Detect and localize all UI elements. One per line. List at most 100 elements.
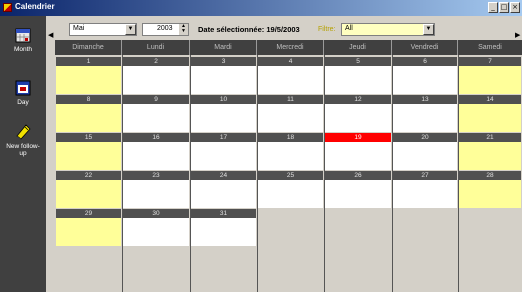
day-cell-31[interactable]: 31	[191, 209, 256, 246]
day-cell-6[interactable]: 6	[393, 57, 457, 94]
day-cell-4[interactable]: 4	[258, 57, 323, 94]
day-cell-body[interactable]	[123, 142, 189, 170]
day-cell-body[interactable]	[258, 66, 323, 94]
day-cell-body[interactable]	[191, 218, 256, 246]
month-calendar-grid: Dimanche Lundi Mardi Mercredi Jeudi Vend…	[55, 40, 522, 292]
day-number: 9	[123, 95, 189, 104]
day-cell-body[interactable]	[393, 142, 457, 170]
day-cell-14[interactable]: 14	[459, 95, 521, 132]
day-cell-9[interactable]: 9	[123, 95, 189, 132]
day-cell-body[interactable]	[258, 180, 323, 208]
day-cell-body[interactable]	[56, 218, 121, 246]
day-cell-28[interactable]: 28	[459, 171, 521, 208]
day-cell-8[interactable]: 8	[56, 95, 121, 132]
day-number: 29	[56, 209, 121, 218]
year-stepper-arrows[interactable]: ▲ ▼	[179, 24, 188, 35]
day-cell-15[interactable]: 15	[56, 133, 121, 170]
month-select-value: Mai	[73, 25, 85, 32]
toolbar: ◀ Mai ▼ 2003 ▲ ▼ Date sélectionnée: 19/5/…	[46, 16, 522, 40]
sidebar-item-new-followup[interactable]: New follow-up	[3, 123, 43, 157]
filter-select-value: All	[345, 25, 353, 32]
day-number: 6	[393, 57, 457, 66]
day-cell-body[interactable]	[123, 180, 189, 208]
day-cell-17[interactable]: 17	[191, 133, 256, 170]
day-number: 13	[393, 95, 457, 104]
day-cell-29[interactable]: 29	[56, 209, 121, 246]
day-cell-body[interactable]	[56, 142, 121, 170]
previous-month-icon[interactable]: ◀	[48, 31, 53, 39]
day-cell-body[interactable]	[191, 180, 256, 208]
day-cell-13[interactable]: 13	[393, 95, 457, 132]
day-cell-19[interactable]: 19	[325, 133, 391, 170]
day-cell-20[interactable]: 20	[393, 133, 457, 170]
day-number: 4	[258, 57, 323, 66]
day-cell-26[interactable]: 26	[325, 171, 391, 208]
day-cell-body[interactable]	[393, 66, 457, 94]
day-cell-body[interactable]	[258, 142, 323, 170]
year-stepper-value: 2003	[157, 25, 173, 32]
sidebar-item-month[interactable]: Month	[3, 26, 43, 53]
minimize-button[interactable]: _	[488, 2, 498, 13]
day-cell-25[interactable]: 25	[258, 171, 323, 208]
day-cell-body[interactable]	[459, 142, 521, 170]
next-month-icon[interactable]: ▶	[515, 31, 520, 39]
day-cell-body[interactable]	[191, 66, 256, 94]
day-cell-body[interactable]	[123, 218, 189, 246]
day-number: 27	[393, 171, 457, 180]
day-cell-body[interactable]	[56, 180, 121, 208]
new-followup-icon	[16, 124, 31, 140]
day-cell-11[interactable]: 11	[258, 95, 323, 132]
day-cell-18[interactable]: 18	[258, 133, 323, 170]
year-stepper[interactable]: 2003 ▲ ▼	[142, 23, 189, 36]
day-cell-body[interactable]	[191, 104, 256, 132]
day-cell-2[interactable]: 2	[123, 57, 189, 94]
day-cell-16[interactable]: 16	[123, 133, 189, 170]
day-number: 21	[459, 133, 521, 142]
day-cell-body[interactable]	[56, 104, 121, 132]
day-cell-30[interactable]: 30	[123, 209, 189, 246]
day-calendar-icon	[15, 80, 31, 96]
day-cell-body[interactable]	[123, 104, 189, 132]
day-cell-body[interactable]	[123, 66, 189, 94]
day-cell-27[interactable]: 27	[393, 171, 457, 208]
selected-date-label: Date sélectionnée: 19/5/2003	[198, 25, 300, 34]
chevron-down-icon[interactable]: ▼	[423, 24, 434, 35]
day-cell-body[interactable]	[56, 66, 121, 94]
day-number: 12	[325, 95, 391, 104]
day-cell-7[interactable]: 7	[459, 57, 521, 94]
day-cell-body[interactable]	[325, 142, 391, 170]
day-number: 15	[56, 133, 121, 142]
app-icon	[3, 3, 12, 12]
day-cell-1[interactable]: 1	[56, 57, 121, 94]
day-cell-22[interactable]: 22	[56, 171, 121, 208]
close-button[interactable]: ×	[510, 2, 520, 13]
maximize-button[interactable]: □	[499, 2, 509, 13]
month-select[interactable]: Mai ▼	[69, 23, 137, 36]
filter-select[interactable]: All ▼	[341, 23, 435, 36]
day-cell-body[interactable]	[191, 142, 256, 170]
sidebar: Month Day New follow-up	[0, 16, 46, 292]
day-number: 1	[56, 57, 121, 66]
day-cell-12[interactable]: 12	[325, 95, 391, 132]
day-cell-body[interactable]	[325, 66, 391, 94]
day-cell-body[interactable]	[258, 104, 323, 132]
day-cell-21[interactable]: 21	[459, 133, 521, 170]
day-cell-body[interactable]	[393, 180, 457, 208]
day-header-saturday: Samedi	[458, 40, 522, 55]
day-cell-10[interactable]: 10	[191, 95, 256, 132]
day-cell-body[interactable]	[325, 104, 391, 132]
title-bar: Calendrier _ □ ×	[0, 0, 522, 16]
day-cell-body[interactable]	[325, 180, 391, 208]
day-cell-body[interactable]	[459, 180, 521, 208]
day-cell-body[interactable]	[393, 104, 457, 132]
day-number: 14	[459, 95, 521, 104]
day-number: 8	[56, 95, 121, 104]
day-cell-3[interactable]: 3	[191, 57, 256, 94]
day-cell-24[interactable]: 24	[191, 171, 256, 208]
day-cell-body[interactable]	[459, 66, 521, 94]
day-cell-5[interactable]: 5	[325, 57, 391, 94]
day-cell-23[interactable]: 23	[123, 171, 189, 208]
sidebar-item-day[interactable]: Day	[3, 79, 43, 106]
day-cell-body[interactable]	[459, 104, 521, 132]
chevron-down-icon[interactable]: ▼	[125, 24, 136, 35]
